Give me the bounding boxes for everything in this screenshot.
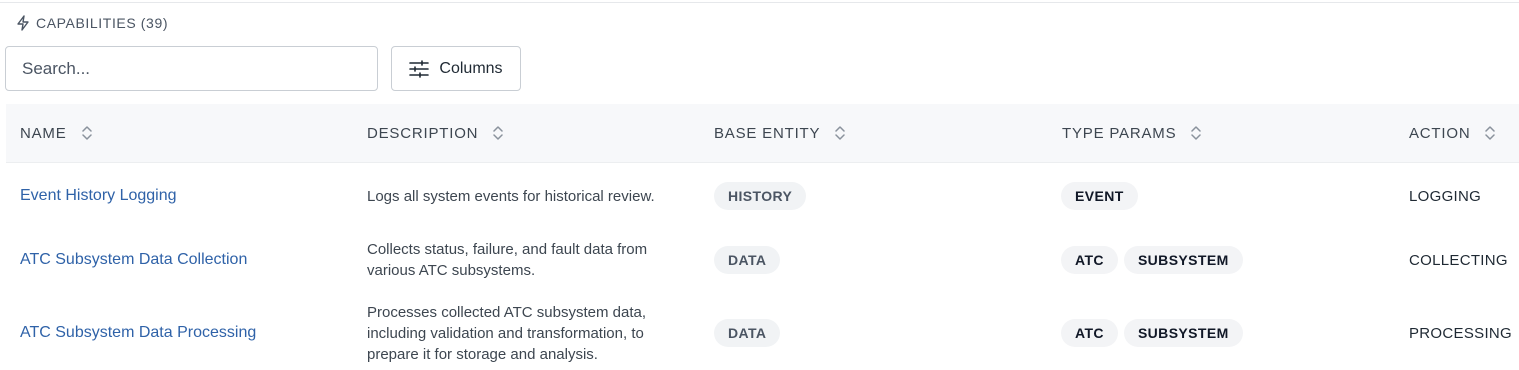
column-header-label: BASE ENTITY xyxy=(714,124,821,142)
capability-description: Collects status, failure, and fault data… xyxy=(367,241,648,279)
column-header-label: ACTION xyxy=(1409,124,1471,142)
search-input[interactable] xyxy=(5,46,378,91)
table-row[interactable]: ATC Subsystem Data Collection Collects s… xyxy=(6,230,1519,290)
type-param-badge: ATC xyxy=(1061,246,1118,274)
top-divider xyxy=(0,2,1519,3)
capability-name-link[interactable]: ATC Subsystem Data Collection xyxy=(20,251,247,269)
type-param-badge: ATC xyxy=(1061,319,1118,347)
type-param-badge: EVENT xyxy=(1061,182,1138,210)
column-header-description[interactable]: DESCRIPTION xyxy=(367,104,504,162)
sort-icon[interactable] xyxy=(492,124,504,142)
capability-action: LOGGING xyxy=(1409,187,1482,205)
capability-description: Processes collected ATC subsystem data, … xyxy=(367,303,647,363)
section-header: CAPABILITIES (39) xyxy=(16,13,168,33)
columns-button-label: Columns xyxy=(439,59,503,77)
columns-button[interactable]: Columns xyxy=(391,46,521,91)
capability-action: PROCESSING xyxy=(1409,324,1513,342)
sort-icon[interactable] xyxy=(81,124,93,142)
sort-icon[interactable] xyxy=(1190,124,1202,142)
column-header-action[interactable]: ACTION xyxy=(1409,104,1496,162)
column-header-label: NAME xyxy=(20,124,67,142)
column-header-name[interactable]: NAME xyxy=(20,104,93,162)
capability-name-link[interactable]: Event History Logging xyxy=(20,187,177,205)
column-header-base-entity[interactable]: BASE ENTITY xyxy=(714,104,846,162)
sort-icon[interactable] xyxy=(1484,124,1496,142)
type-param-badge: SUBSYSTEM xyxy=(1123,319,1243,347)
table-row[interactable]: ATC Subsystem Data Processing Processes … xyxy=(6,296,1519,370)
base-entity-badge: DATA xyxy=(714,246,781,274)
lightning-icon xyxy=(17,15,29,31)
column-header-label: TYPE PARAMS xyxy=(1062,124,1177,142)
sliders-icon xyxy=(409,59,430,78)
base-entity-badge: DATA xyxy=(714,319,781,347)
section-title: CAPABILITIES (39) xyxy=(36,15,169,31)
table-row[interactable]: Event History Logging Logs all system ev… xyxy=(6,166,1519,226)
capability-name-link[interactable]: ATC Subsystem Data Processing xyxy=(20,324,256,342)
table-header: NAME DESCRIPTION BASE ENTITY TYPE PARAMS… xyxy=(6,104,1519,163)
base-entity-badge: HISTORY xyxy=(714,182,807,210)
capability-description: Logs all system events for historical re… xyxy=(367,187,655,205)
type-param-badge: SUBSYSTEM xyxy=(1123,246,1243,274)
column-header-label: DESCRIPTION xyxy=(367,124,479,142)
column-header-type-params[interactable]: TYPE PARAMS xyxy=(1062,104,1202,162)
sort-icon[interactable] xyxy=(834,124,846,142)
capability-action: COLLECTING xyxy=(1409,251,1508,269)
